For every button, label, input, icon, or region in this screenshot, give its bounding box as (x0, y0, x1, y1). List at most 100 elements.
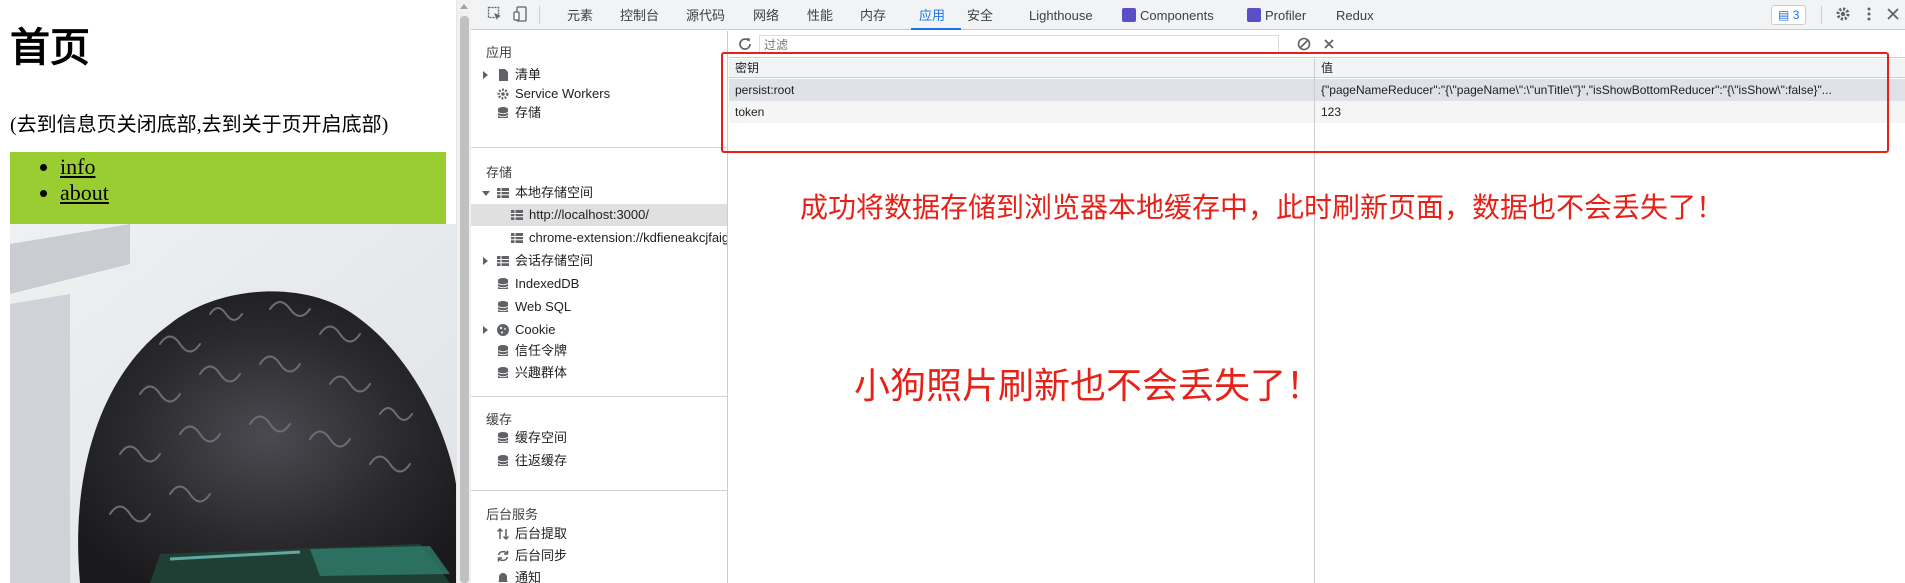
file-icon (499, 69, 508, 81)
sidebar-section-cache: 缓存 (486, 412, 513, 427)
tab-redux[interactable]: Redux (1336, 0, 1374, 30)
page-scrollbar[interactable] (456, 0, 471, 583)
sidebar-item-back-forward-cache[interactable]: 往返缓存 (471, 450, 727, 472)
sidebar-item-cache-storage[interactable]: 缓存空间 (471, 427, 727, 449)
sidebar-divider (471, 147, 727, 148)
highlight-box-annotation (721, 52, 1889, 153)
sidebar-item-cookie[interactable]: Cookie (471, 319, 727, 341)
annotation-text-storage: 成功将数据存储到浏览器本地缓存中，此时刷新页面，数据也不会丢失了！ (800, 191, 1725, 224)
scroll-up-arrow-icon[interactable] (460, 4, 468, 9)
database-icon (497, 107, 509, 118)
refresh-icon[interactable] (737, 36, 753, 52)
database-icon (497, 301, 509, 312)
tab-security[interactable]: 安全 (967, 0, 993, 30)
devtools-panel: 元素 控制台 源代码 网络 性能 内存 应用 安全 Lighthouse Com… (471, 0, 1905, 583)
tab-elements[interactable]: 元素 (567, 0, 593, 30)
sidebar-item-session-storage[interactable]: 会话存储空间 (471, 250, 727, 272)
sidebar-item-interest-groups[interactable]: 兴趣群体 (471, 362, 727, 384)
react-components-icon (1122, 8, 1136, 22)
tab-sources[interactable]: 源代码 (686, 0, 725, 30)
sidebar-item-localhost-origin[interactable]: http://localhost:3000/ (471, 204, 727, 226)
issues-badge[interactable]: ▤ 3 (1771, 5, 1807, 25)
sidebar-label: 会话存储空间 (515, 253, 594, 268)
sidebar-item-indexeddb[interactable]: IndexedDB (471, 273, 727, 295)
gear-icon[interactable] (1835, 6, 1851, 22)
page-title: 首页 (10, 25, 90, 70)
sidebar-item-trust-tokens[interactable]: 信任令牌 (471, 340, 727, 362)
sidebar-label: IndexedDB (515, 276, 580, 291)
collapse-arrow-icon[interactable] (482, 191, 490, 196)
devtools-tab-bar: 元素 控制台 源代码 网络 性能 内存 应用 安全 Lighthouse Com… (471, 0, 1905, 30)
tab-application[interactable]: 应用 (911, 0, 961, 30)
storage-main-panel: 密钥 值 persist:root {"pageNameReducer":"{\… (721, 31, 1905, 583)
react-profiler-icon (1247, 8, 1261, 22)
nav-item-info: info (60, 154, 109, 180)
inspect-element-icon[interactable] (487, 6, 503, 22)
sidebar-item-local-storage[interactable]: 本地存储空间 (471, 182, 727, 204)
sidebar-section-application: 应用 (486, 45, 513, 60)
nav-bar: info about (10, 152, 446, 224)
sidebar-label: 兴趣群体 (515, 365, 568, 380)
tab-performance[interactable]: 性能 (807, 0, 833, 30)
dog-photo (10, 224, 456, 583)
sidebar-item-extension-origin[interactable]: chrome-extension://kdfieneakcjfaiglcfcgk… (471, 227, 728, 249)
database-icon (497, 367, 509, 378)
tab-console[interactable]: 控制台 (620, 0, 659, 30)
tab-lighthouse[interactable]: Lighthouse (1029, 0, 1093, 30)
sidebar-label: Cookie (515, 322, 556, 337)
about-link[interactable]: about (60, 180, 109, 205)
expand-arrow-icon[interactable] (483, 257, 488, 265)
sidebar-item-background-sync[interactable]: 后台同步 (471, 545, 727, 567)
database-icon (497, 345, 509, 356)
expand-arrow-icon[interactable] (483, 326, 488, 334)
delete-selected-icon[interactable] (1321, 36, 1337, 52)
tab-memory[interactable]: 内存 (860, 0, 886, 30)
database-icon (497, 455, 509, 466)
sidebar-label: 通知 (515, 570, 542, 583)
info-link[interactable]: info (60, 154, 95, 179)
bell-icon (498, 573, 508, 582)
table-grid-icon (511, 210, 523, 220)
page-description: (去到信息页关闭底部,去到关于页开启底部) (10, 114, 389, 136)
sidebar-label: 往返缓存 (515, 453, 568, 468)
sidebar-label: 信任令牌 (515, 343, 568, 358)
sidebar-divider (471, 490, 727, 491)
tab-profiler-label: Profiler (1265, 8, 1307, 23)
tab-components[interactable]: Components (1122, 0, 1214, 30)
up-down-arrows-icon (496, 527, 510, 541)
sidebar-item-notifications[interactable]: 通知 (471, 567, 727, 583)
toolbar-separator (539, 6, 540, 24)
issues-icon: ▤ (1778, 8, 1790, 22)
sync-icon (497, 550, 509, 562)
clear-all-icon[interactable] (1296, 36, 1312, 52)
table-grid-icon (511, 233, 523, 243)
tab-network[interactable]: 网络 (753, 0, 779, 30)
sidebar-label: 后台同步 (515, 548, 568, 563)
toolbar-separator (1821, 6, 1822, 24)
sidebar-section-storage: 存储 (486, 165, 513, 180)
database-icon (497, 432, 509, 443)
close-icon[interactable] (1885, 6, 1901, 22)
device-toolbar-icon[interactable] (513, 6, 529, 22)
more-options-icon[interactable] (1861, 6, 1877, 22)
sidebar-item-storage[interactable]: 存储 (471, 102, 727, 124)
tab-profiler[interactable]: Profiler (1247, 0, 1306, 30)
web-page: 首页 (去到信息页关闭底部,去到关于页开启底部) info about (0, 0, 456, 583)
cookie-icon (497, 324, 509, 336)
sidebar-label: 后台提取 (515, 526, 568, 541)
application-sidebar: 应用 清单 Service Workers 存储 存储 本地存储空间 http:… (471, 31, 728, 583)
gear-icon (497, 88, 509, 100)
expand-arrow-icon[interactable] (483, 71, 488, 79)
sidebar-label: 本地存储空间 (515, 185, 594, 200)
scroll-thumb[interactable] (460, 16, 469, 583)
database-icon (497, 278, 509, 289)
sidebar-label: 缓存空间 (515, 430, 568, 445)
sidebar-label: Web SQL (515, 299, 572, 314)
nav-list: info about (60, 154, 109, 206)
sidebar-label: 存储 (515, 105, 542, 120)
annotation-text-photo: 小狗照片刷新也不会丢失了！ (854, 366, 1323, 407)
sidebar-item-websql[interactable]: Web SQL (471, 296, 727, 318)
sidebar-item-background-fetch[interactable]: 后台提取 (471, 523, 727, 545)
issues-count: 3 (1792, 8, 1800, 22)
sidebar-label: chrome-extension://kdfieneakcjfaiglcfcgk… (529, 230, 728, 245)
